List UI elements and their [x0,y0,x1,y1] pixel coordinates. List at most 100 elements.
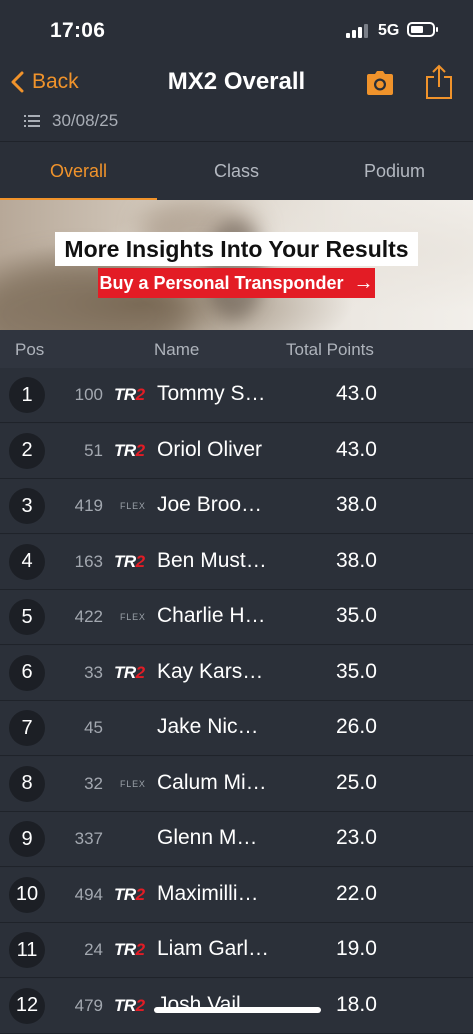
table-row[interactable]: 7 45 Jake Nic… 26.0 [0,701,473,756]
position-badge: 3 [9,488,45,524]
rider-number: 32 [84,773,103,793]
table-row[interactable]: 10 494 TR2 Maximilli… 22.0 [0,867,473,923]
table-row[interactable]: 6 33 TR2 Kay Kars… 35.0 [0,645,473,701]
share-icon [426,64,452,99]
transponder-badge: TR2 [114,995,145,1015]
rider-points: 38.0 [336,548,377,572]
rider-name: Charlie H… [157,604,266,627]
rider-points: 18.0 [336,992,377,1016]
transponder-badge: FLEX [120,778,146,789]
list-icon [24,115,40,127]
transponder-badge: TR2 [114,662,145,682]
header-pos: Pos [15,340,45,359]
rider-points: 22.0 [336,881,377,905]
camera-icon [367,71,393,95]
tab-podium[interactable]: Podium [316,142,473,201]
rider-number: 479 [74,995,103,1015]
transponder-badge: TR2 [114,884,145,904]
position-badge: 6 [9,654,45,691]
rider-points: 43.0 [336,437,377,461]
back-button[interactable]: Back [10,64,79,100]
back-label: Back [32,70,79,93]
camera-button[interactable] [366,70,394,101]
rider-name: Joe Broo… [157,493,263,516]
position-badge: 4 [9,543,45,580]
transponder-badge: TR2 [114,940,145,959]
rider-number: 45 [84,718,103,737]
rider-points: 25.0 [336,770,377,794]
rider-number: 163 [74,551,103,571]
position-badge: 1 [9,377,45,413]
event-date-text: 30/08/25 [52,111,119,130]
rider-points: 26.0 [336,715,377,738]
rider-points: 35.0 [336,604,377,627]
status-time: 17:06 [50,19,106,42]
rider-number: 419 [74,496,103,515]
header-points: Total Points [286,340,374,359]
rider-name: Calum Mi… [157,770,267,794]
share-button[interactable] [424,64,454,105]
page-title: MX2 Overall [167,68,306,95]
position-badge: 5 [9,599,45,635]
table-row[interactable]: 5 422 FLEX Charlie H… 35.0 [0,590,473,645]
rider-points: 23.0 [336,826,377,849]
position-badge: 11 [9,932,45,968]
rider-name: Glenn M… [157,826,258,849]
signal-icon [346,24,370,38]
table-row[interactable]: 12 479 TR2 Josh Vail 18.0 [0,978,473,1034]
rider-number: 100 [74,385,103,404]
banner-headline: More Insights Into Your Results [55,232,418,266]
rider-points: 38.0 [336,493,377,516]
rider-name: Liam Garl… [157,937,270,960]
nav-bar: Back MX2 Overall [0,58,473,110]
transponder-badge: TR2 [114,385,145,404]
tab-class[interactable]: Class [158,142,315,201]
rider-points: 35.0 [336,659,377,683]
position-badge: 8 [9,765,45,802]
table-row[interactable]: 9 337 Glenn M… 23.0 [0,812,473,867]
banner-cta-label: Buy a Personal Transponder [99,272,344,293]
buy-transponder-button[interactable]: Buy a Personal Transponder → [98,268,375,298]
battery-icon [407,22,438,37]
tab-bar: Overall Class Podium [0,141,473,201]
rider-number: 51 [84,440,103,460]
chevron-left-icon [11,71,24,93]
table-row[interactable]: 8 32 FLEX Calum Mi… 25.0 [0,756,473,812]
tab-overall[interactable]: Overall [0,142,157,201]
event-date: 30/08/25 [24,111,118,131]
home-indicator[interactable] [154,1007,321,1013]
arrow-right-icon: → [353,271,374,294]
table-row[interactable]: 11 24 TR2 Liam Garl… 19.0 [0,923,473,978]
table-row[interactable]: 2 51 TR2 Oriol Oliver 43.0 [0,423,473,479]
rider-number: 33 [84,662,103,682]
rider-name: Maximilli… [157,881,259,905]
rider-points: 43.0 [336,382,377,405]
position-badge: 7 [9,710,45,746]
transponder-badge: FLEX [120,612,146,622]
table-row[interactable]: 3 419 FLEX Joe Broo… 38.0 [0,479,473,534]
rider-number: 422 [74,607,103,626]
position-badge: 2 [9,432,45,469]
header-name: Name [154,340,200,359]
position-badge: 10 [9,876,45,913]
transponder-badge: TR2 [114,551,145,571]
position-badge: 12 [9,987,45,1024]
rider-name: Kay Kars… [157,659,264,683]
table-row[interactable]: 1 100 TR2 Tommy S… 43.0 [0,368,473,423]
rider-name: Ben Must… [157,548,267,572]
transponder-badge: FLEX [120,501,146,511]
position-badge: 9 [9,821,45,857]
rider-name: Oriol Oliver [157,437,263,461]
rider-name: Jake Nic… [157,715,259,738]
rider-name: Tommy S… [157,382,266,405]
rider-number: 24 [84,940,103,959]
status-bar: 17:06 5G [0,0,473,60]
transponder-badge: TR2 [114,440,145,460]
rider-points: 19.0 [336,937,377,960]
network-label: 5G [378,22,400,39]
promo-banner[interactable]: More Insights Into Your Results Buy a Pe… [0,200,473,330]
rider-number: 337 [74,829,103,848]
table-header: Pos Name Total Points [0,330,473,368]
table-row[interactable]: 4 163 TR2 Ben Must… 38.0 [0,534,473,590]
rider-number: 494 [74,884,103,904]
